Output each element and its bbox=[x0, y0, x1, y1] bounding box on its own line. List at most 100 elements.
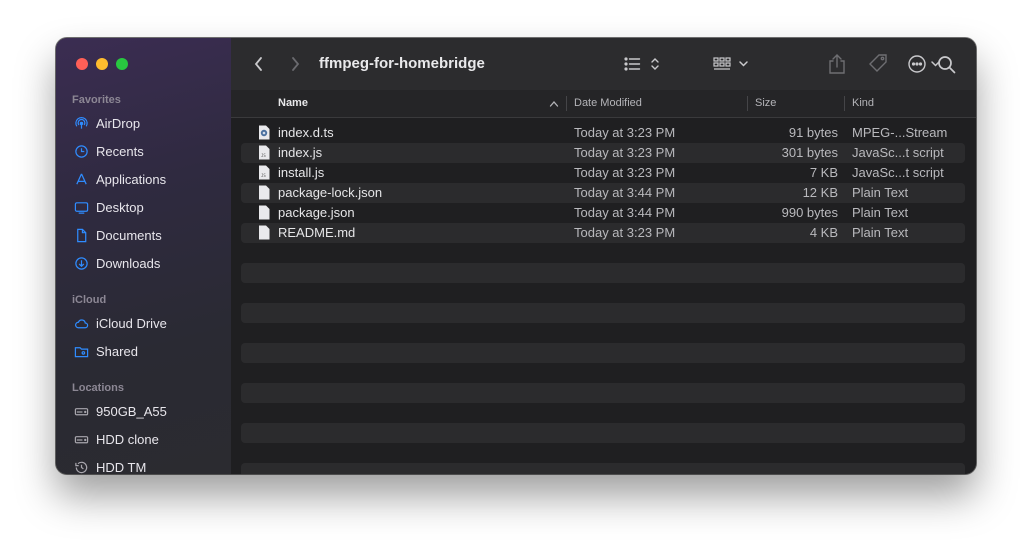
sidebar-item-label: 950GB_A55 bbox=[96, 403, 167, 419]
text-file-icon bbox=[259, 225, 270, 240]
disk-icon bbox=[74, 407, 89, 415]
list-view-icon bbox=[624, 57, 659, 71]
toolbar: ffmpeg-for-homebridge bbox=[231, 38, 976, 91]
file-name: index.d.ts bbox=[278, 125, 334, 140]
forward-button[interactable] bbox=[285, 54, 305, 74]
column-divider[interactable] bbox=[747, 96, 748, 111]
column-header-name[interactable]: Name bbox=[278, 90, 308, 117]
sidebar-item-shared[interactable]: Shared bbox=[74, 340, 138, 362]
desktop-icon bbox=[74, 201, 89, 214]
column-header-kind[interactable]: Kind bbox=[852, 90, 874, 117]
file-kind: Plain Text bbox=[852, 205, 909, 220]
back-button[interactable] bbox=[249, 54, 269, 74]
window-controls bbox=[76, 58, 128, 70]
group-button[interactable] bbox=[713, 53, 753, 75]
file-size: 91 bytes bbox=[788, 125, 838, 140]
file-row[interactable]: index.d.ts Today at 3:23 PM 91 bytes MPE… bbox=[241, 123, 965, 143]
chevron-left-icon bbox=[254, 57, 262, 71]
empty-row bbox=[241, 463, 965, 474]
sidebar-item-desktop[interactable]: Desktop bbox=[74, 196, 144, 218]
column-header-date-modified[interactable]: Date Modified bbox=[574, 90, 642, 117]
search-button-wrapper[interactable] bbox=[936, 54, 958, 76]
sidebar-item-label: Downloads bbox=[96, 255, 161, 271]
main-pane: ffmpeg-for-homebridge Name Date Modified… bbox=[231, 38, 976, 474]
shared-folder-icon bbox=[74, 346, 89, 357]
window-title: ffmpeg-for-homebridge bbox=[319, 55, 485, 72]
grid-view-icon bbox=[713, 57, 748, 70]
sidebar-item-label: Documents bbox=[96, 227, 162, 243]
close-window-button[interactable] bbox=[76, 58, 88, 70]
file-row[interactable]: package-lock.json Today at 3:44 PM 12 KB… bbox=[241, 183, 965, 203]
column-header-size[interactable]: Size bbox=[755, 90, 776, 117]
file-name: package-lock.json bbox=[278, 185, 383, 200]
file-size: 7 KB bbox=[809, 165, 838, 180]
file-date: Today at 3:23 PM bbox=[574, 125, 676, 140]
download-icon bbox=[75, 256, 88, 270]
text-file-icon bbox=[259, 185, 270, 200]
tag-icon bbox=[869, 54, 887, 72]
file-size: 990 bytes bbox=[781, 205, 838, 220]
file-date: Today at 3:23 PM bbox=[574, 225, 676, 240]
sidebar-item-label: AirDrop bbox=[96, 115, 141, 131]
javascript-file-icon: JS bbox=[259, 145, 270, 160]
zoom-window-button[interactable] bbox=[116, 58, 128, 70]
file-kind: MPEG-...Stream bbox=[852, 125, 948, 140]
file-date: Today at 3:44 PM bbox=[574, 205, 676, 220]
javascript-file-icon: JS bbox=[259, 165, 270, 180]
empty-row bbox=[241, 263, 965, 283]
column-divider[interactable] bbox=[844, 96, 845, 111]
time-machine-icon bbox=[75, 461, 88, 473]
sidebar-item-label: Shared bbox=[96, 343, 138, 359]
share-icon bbox=[829, 54, 845, 74]
sidebar-item-downloads[interactable]: Downloads bbox=[74, 252, 160, 274]
cloud-icon bbox=[75, 318, 89, 328]
sidebar-item-950gb-a55[interactable]: 950GB_A55 bbox=[74, 400, 167, 422]
file-row[interactable]: package.json Today at 3:44 PM 990 bytes … bbox=[241, 203, 965, 223]
column-header-bar: Name Date Modified Size Kind bbox=[231, 90, 976, 118]
document-icon bbox=[77, 228, 87, 242]
svg-text:JS: JS bbox=[261, 153, 266, 158]
sidebar-item-hdd-tm[interactable]: HDD TM bbox=[74, 456, 146, 474]
sidebar: Favorites AirDrop Recents Applications D… bbox=[56, 38, 232, 474]
sidebar-item-hdd-clone[interactable]: HDD clone bbox=[74, 428, 159, 450]
clock-icon bbox=[75, 144, 88, 158]
sidebar-item-applications[interactable]: Applications bbox=[74, 168, 166, 190]
sidebar-item-label: Applications bbox=[96, 171, 167, 187]
empty-row bbox=[241, 423, 965, 443]
sidebar-item-documents[interactable]: Documents bbox=[74, 224, 162, 246]
empty-row bbox=[241, 303, 965, 323]
sidebar-item-icloud-drive[interactable]: iCloud Drive bbox=[74, 312, 167, 334]
file-date: Today at 3:44 PM bbox=[574, 185, 676, 200]
view-options-button[interactable] bbox=[623, 53, 663, 75]
finder-window: Favorites AirDrop Recents Applications D… bbox=[56, 38, 976, 474]
file-name: install.js bbox=[278, 165, 325, 180]
file-date: Today at 3:23 PM bbox=[574, 165, 676, 180]
file-kind: JavaSc...t script bbox=[852, 165, 944, 180]
empty-row bbox=[241, 383, 965, 403]
sort-ascending-icon[interactable] bbox=[549, 100, 559, 108]
file-kind: JavaSc...t script bbox=[852, 145, 944, 160]
applications-icon bbox=[76, 173, 87, 184]
sidebar-section-locations: Locations bbox=[72, 382, 124, 394]
column-divider[interactable] bbox=[566, 96, 567, 111]
minimize-window-button[interactable] bbox=[96, 58, 108, 70]
file-name: package.json bbox=[278, 205, 355, 220]
svg-text:JS: JS bbox=[261, 173, 266, 178]
file-row[interactable]: JS install.js Today at 3:23 PM 7 KB Java… bbox=[241, 163, 965, 183]
empty-row bbox=[241, 343, 965, 363]
share-button[interactable] bbox=[826, 52, 848, 76]
disk-icon bbox=[74, 435, 89, 443]
file-date: Today at 3:23 PM bbox=[574, 145, 676, 160]
search-icon bbox=[938, 56, 956, 74]
sidebar-item-airdrop[interactable]: AirDrop bbox=[74, 112, 140, 134]
file-row[interactable]: JS index.js Today at 3:23 PM 301 bytes J… bbox=[241, 143, 965, 163]
file-name: README.md bbox=[278, 225, 356, 240]
file-row[interactable]: README.md Today at 3:23 PM 4 KB Plain Te… bbox=[241, 223, 965, 243]
sidebar-item-recents[interactable]: Recents bbox=[74, 140, 144, 162]
sidebar-item-label: Recents bbox=[96, 143, 144, 159]
typescript-file-icon bbox=[259, 125, 270, 140]
tag-button[interactable] bbox=[866, 53, 890, 75]
file-size: 4 KB bbox=[809, 225, 838, 240]
sidebar-item-label: iCloud Drive bbox=[96, 315, 167, 331]
file-name: index.js bbox=[278, 145, 323, 160]
